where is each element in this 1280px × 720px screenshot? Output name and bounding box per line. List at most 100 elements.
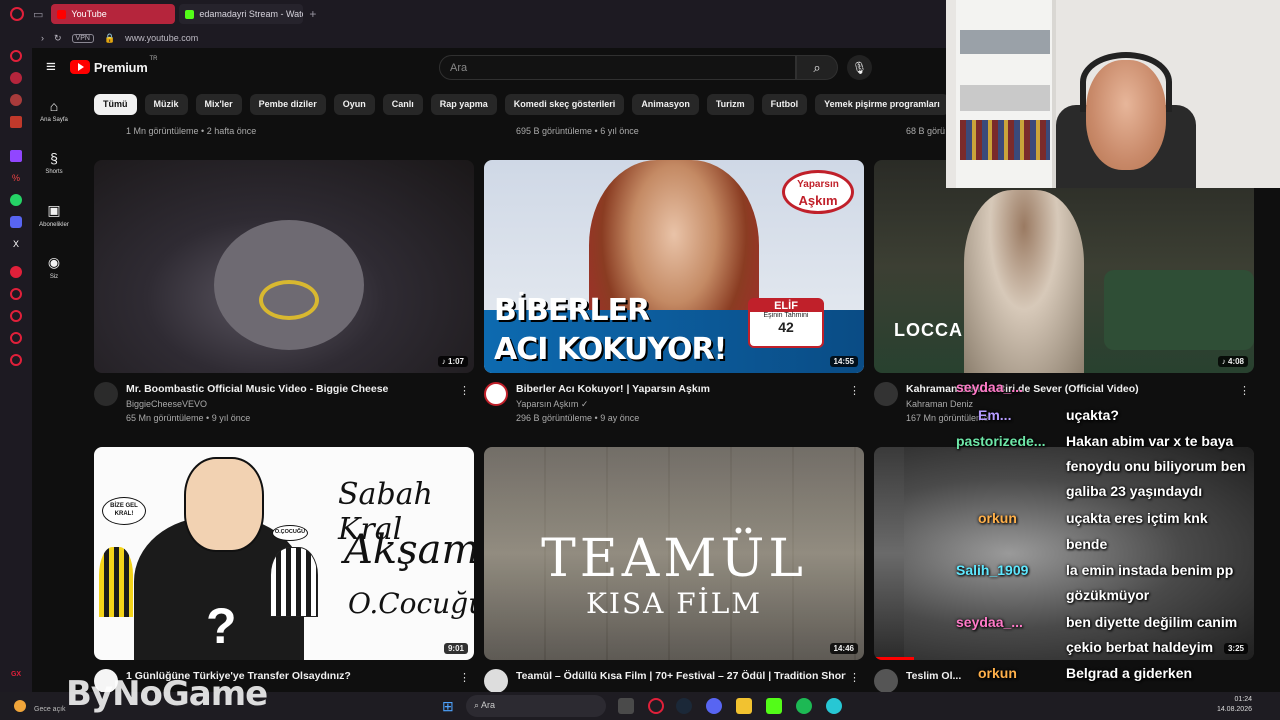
whatsapp-icon[interactable] [10, 194, 22, 206]
system-clock[interactable]: 01:24 14.08.2026 [1217, 695, 1252, 715]
forward-icon[interactable]: › [41, 33, 44, 43]
speech-bubble-right: O.ÇOCUĞU [272, 525, 308, 541]
channel-avatar[interactable] [484, 669, 508, 693]
tab-islands-icon[interactable]: ▭ [33, 8, 43, 21]
channel-avatar[interactable] [874, 669, 898, 693]
new-tab-icon[interactable]: + [309, 7, 316, 21]
tab-youtube[interactable]: YouTube [51, 4, 176, 24]
search-input[interactable]: Ara [439, 55, 796, 80]
kick-app-icon[interactable] [766, 698, 782, 714]
file-explorer-icon[interactable] [736, 698, 752, 714]
channel-name[interactable]: BiggieCheeseVEVO [126, 399, 207, 409]
filter-chip[interactable]: Rap yapma [430, 94, 497, 115]
history-icon[interactable] [10, 288, 22, 300]
nav-home[interactable]: ⌂ Ana Sayfa [32, 98, 76, 138]
opera-logo-icon[interactable] [10, 7, 24, 21]
watermark-logo: ByNoGame [66, 674, 268, 714]
reload-icon[interactable]: ↻ [54, 33, 62, 44]
filter-chip[interactable]: Tümü [94, 94, 137, 115]
taskbar-search[interactable]: ⌕ Ara [466, 695, 606, 717]
chat-username[interactable]: Salih_1909 [956, 562, 1028, 578]
channel-avatar[interactable] [874, 382, 898, 406]
aria-icon[interactable] [10, 50, 22, 62]
bookmark-icon[interactable] [10, 94, 22, 106]
filter-chip[interactable]: Müzik [144, 94, 188, 115]
video-title[interactable]: Mr. Boombastic Official Music Video - Bi… [126, 383, 456, 395]
steam-icon[interactable] [676, 698, 692, 714]
filter-chip[interactable]: Animasyon [632, 94, 699, 115]
home-icon: ⌂ [49, 98, 59, 114]
filter-chip[interactable]: Komedi skeç gösterileri [504, 94, 625, 115]
opera-sidebar: % X GX [0, 28, 32, 692]
nav-subscriptions[interactable]: ▣ Abonelikler [32, 202, 76, 242]
nav-shorts[interactable]: § Shorts [32, 150, 76, 190]
video-stats: 68 B görü [906, 126, 946, 136]
spotify-icon[interactable] [796, 698, 812, 714]
video-thumbnail[interactable]: TEAMÜL KISA FİLM 14:46 [484, 447, 864, 660]
tab-kick-stream[interactable]: edamadayri Stream - Watch [179, 4, 304, 24]
clock-time: 01:24 [1234, 696, 1252, 703]
chat-username[interactable]: seydaa_... [956, 379, 1023, 395]
workspace-icon[interactable] [10, 72, 22, 84]
video-stats: 695 B görüntüleme • 6 yıl önce [516, 126, 639, 136]
chat-username[interactable]: orkun [978, 510, 1017, 526]
channel-avatar[interactable] [94, 382, 118, 406]
percent-icon[interactable]: % [10, 172, 22, 184]
chat-username[interactable]: seydaa_... [956, 614, 1023, 630]
x-icon[interactable]: X [10, 238, 22, 250]
brand-label[interactable]: Premium [94, 60, 148, 75]
weather-text[interactable]: Gece açık [34, 706, 66, 713]
windows-start-icon[interactable]: ⊞ [442, 698, 454, 715]
channel-name[interactable]: Yaparsın Aşkım ✓ [516, 399, 588, 410]
video-duration: 14:46 [829, 643, 858, 654]
twitch-icon[interactable] [10, 150, 22, 162]
chat-message: uçakta? [1066, 407, 1119, 423]
youtube-logo-icon[interactable] [69, 60, 90, 74]
score-box: ELİF Eşinin Tahmini 42 [748, 298, 824, 348]
video-title[interactable]: Teamül – Ödüllü Kısa Film | 70+ Festival… [516, 670, 846, 682]
extensions-icon[interactable] [10, 332, 22, 344]
messenger-icon[interactable] [10, 116, 22, 128]
video-thumbnail[interactable]: ♪ 1:07 [94, 160, 474, 373]
chat-message: çekio berbat haldeyim [1066, 639, 1214, 655]
nav-label: Siz [49, 274, 59, 280]
chat-username[interactable]: Em... [978, 407, 1011, 423]
menu-icon[interactable]: ≡ [46, 57, 56, 77]
video-duration: 14:55 [829, 356, 858, 367]
app-icon[interactable] [826, 698, 842, 714]
video-thumbnail[interactable]: ? BİZE GEL KRAL! O.ÇOCUĞU Sabah Kral Akş… [94, 447, 474, 660]
music-icon[interactable] [10, 266, 22, 278]
voice-search-button[interactable]: 🎙 [847, 55, 872, 80]
chat-username[interactable]: pastorizede... [956, 433, 1045, 449]
chat-username[interactable]: orkun [978, 665, 1017, 681]
filter-chip[interactable]: Yemek pişirme programları [815, 94, 946, 115]
filter-chip[interactable]: Oyun [333, 94, 375, 115]
gx-icon[interactable]: GX [10, 668, 22, 680]
more-options-icon[interactable]: ⋮ [849, 384, 860, 397]
channel-avatar[interactable] [484, 382, 508, 406]
nav-you[interactable]: ◉ Siz [32, 254, 76, 294]
settings-icon[interactable] [10, 354, 22, 366]
url-field[interactable]: www.youtube.com [125, 33, 198, 43]
filter-chip[interactable]: Mix'ler [195, 94, 242, 115]
more-options-icon[interactable]: ⋮ [849, 671, 860, 684]
more-options-icon[interactable]: ⋮ [459, 384, 470, 397]
downloads-icon[interactable] [10, 310, 22, 322]
weather-icon[interactable] [14, 700, 26, 712]
filter-chip[interactable]: Canlı [382, 94, 423, 115]
vpn-badge[interactable]: VPN [71, 33, 94, 43]
more-options-icon[interactable]: ⋮ [459, 671, 470, 684]
show-logo-line-2: Aşkım [798, 193, 838, 208]
opera-taskbar-icon[interactable] [648, 698, 664, 714]
filter-chip[interactable]: Pembe diziler [249, 94, 326, 115]
thumb-cartoon-head [184, 457, 264, 552]
search-button[interactable]: ⌕ [796, 55, 838, 80]
discord-icon[interactable] [10, 216, 22, 228]
discord-taskbar-icon[interactable] [706, 698, 722, 714]
task-view-icon[interactable] [618, 698, 634, 714]
video-thumbnail[interactable]: BİBERLER ACI KOKUYOR! Yaparsın Aşkım ELİ… [484, 160, 864, 373]
filter-chip[interactable]: Turizm [706, 94, 754, 115]
filter-chip[interactable]: Futbol [761, 94, 808, 115]
video-title[interactable]: Biberler Acı Kokuyor! | Yaparsın Aşkım [516, 383, 846, 395]
video-thumbnail[interactable]: LOCCA ♪ 4:08 [874, 160, 1254, 373]
